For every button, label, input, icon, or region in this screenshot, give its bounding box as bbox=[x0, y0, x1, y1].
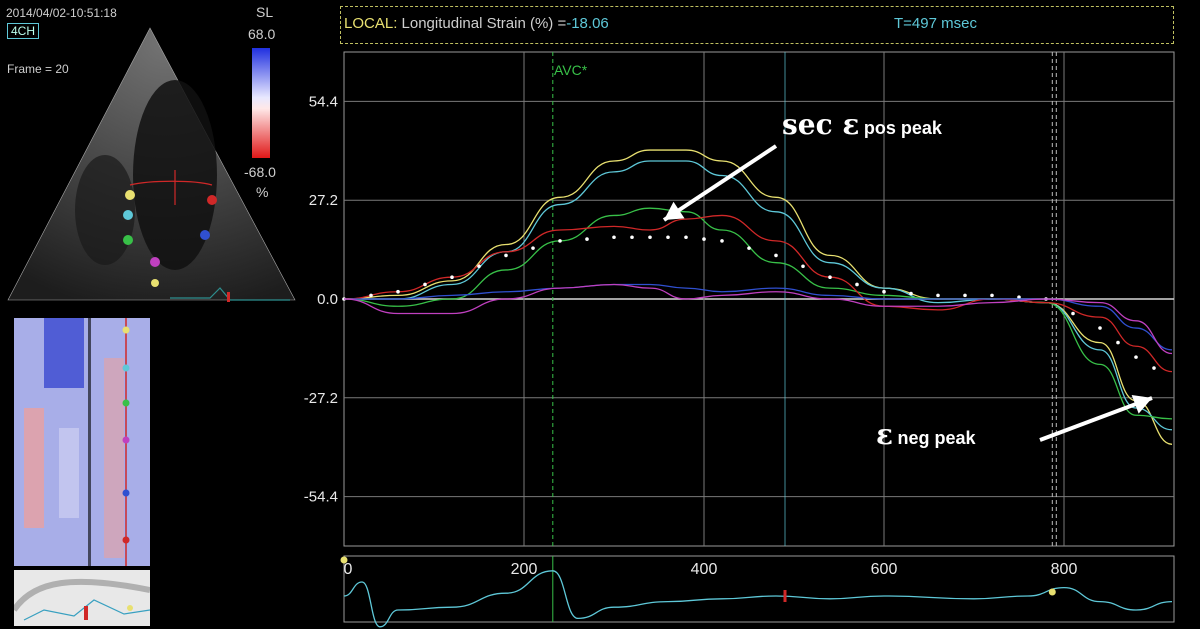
series-point bbox=[1152, 366, 1156, 370]
series-point bbox=[396, 289, 400, 294]
x-tick-label: 0 bbox=[344, 561, 353, 578]
pos-peak-arrow-shaft bbox=[662, 144, 778, 222]
series-point bbox=[450, 275, 454, 280]
series-point bbox=[828, 275, 832, 280]
x-tick-label: 800 bbox=[1051, 561, 1078, 578]
series-point bbox=[774, 253, 778, 258]
series-point bbox=[990, 293, 994, 298]
series-point bbox=[855, 282, 859, 287]
annotation-neg-main: ε bbox=[876, 418, 894, 451]
series-cyan bbox=[344, 160, 1173, 431]
series-point bbox=[1071, 311, 1075, 316]
y-tick-label: -54.4 bbox=[304, 489, 338, 506]
series-yellow bbox=[343, 149, 1173, 445]
annotation-neg-sub: neg peak bbox=[897, 428, 976, 448]
strain-viewer: 2014/04/02-10:51:18 4CH Frame = 20 SL 68… bbox=[0, 0, 1200, 629]
series-point bbox=[585, 237, 589, 241]
series-point bbox=[423, 282, 427, 287]
series-green bbox=[343, 207, 1173, 420]
series-point bbox=[684, 235, 688, 240]
series-point bbox=[702, 237, 706, 241]
avc-label: AVC* bbox=[554, 62, 588, 78]
y-tick-label: 27.2 bbox=[309, 192, 338, 209]
ecg-end-marker bbox=[1048, 588, 1056, 596]
series-point bbox=[504, 253, 508, 258]
series-point bbox=[612, 235, 616, 240]
series-point bbox=[747, 246, 751, 250]
series-point bbox=[1116, 340, 1120, 345]
y-tick-label: 54.4 bbox=[309, 93, 338, 110]
y-tick-label: -27.2 bbox=[304, 390, 338, 407]
series-point bbox=[1134, 355, 1138, 359]
series-point bbox=[936, 293, 940, 298]
series-red bbox=[343, 214, 1173, 373]
series-point bbox=[882, 289, 886, 294]
series-point bbox=[531, 246, 535, 250]
series-point bbox=[963, 293, 967, 298]
series-blue bbox=[344, 283, 1173, 351]
series-point bbox=[369, 293, 373, 298]
strain-chart: 54.4 27.2 0.0 -27.2 -54.4 0 200 400 600 800 bbox=[304, 51, 1175, 628]
series-point bbox=[801, 264, 805, 269]
series-point bbox=[630, 235, 634, 240]
annotation-pos-peak: sec ε pos peak bbox=[782, 108, 942, 141]
series-point bbox=[1098, 326, 1102, 330]
series-point bbox=[648, 235, 652, 240]
x-tick-label: 400 bbox=[691, 561, 718, 578]
ecg-cursor-marker bbox=[783, 590, 787, 602]
series-point bbox=[558, 239, 562, 243]
ecg-frame bbox=[343, 555, 1175, 623]
x-tick-label: 600 bbox=[871, 561, 898, 578]
annotation-pos-sub: pos peak bbox=[863, 118, 942, 138]
series-point bbox=[477, 264, 481, 269]
annotation-pos-main: sec ε bbox=[782, 108, 860, 141]
series-point bbox=[909, 291, 913, 296]
series-point bbox=[720, 239, 724, 243]
y-tick-label: 0.0 bbox=[317, 291, 338, 308]
x-tick-label: 200 bbox=[511, 561, 538, 578]
annotation-neg-peak: ε neg peak bbox=[876, 418, 976, 451]
series-point bbox=[666, 235, 670, 240]
ecg-trace bbox=[343, 570, 1173, 628]
